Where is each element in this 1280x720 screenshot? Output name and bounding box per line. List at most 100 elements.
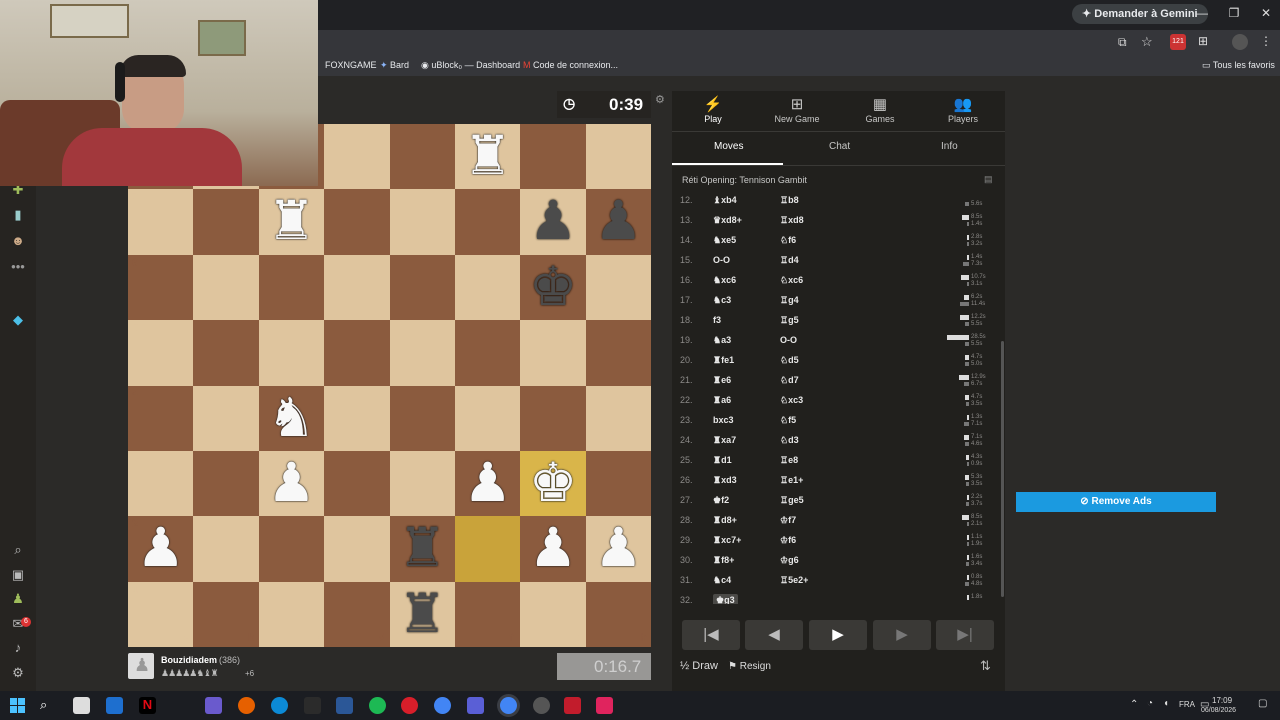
square-e3[interactable] bbox=[389, 451, 455, 517]
white-move[interactable]: ♜e6 bbox=[713, 375, 731, 386]
white-move[interactable]: ♞c4 bbox=[713, 575, 731, 586]
square-e4[interactable] bbox=[389, 385, 455, 451]
white-move[interactable]: ♚g3 bbox=[713, 594, 738, 604]
last-move-button[interactable]: ▶| bbox=[936, 620, 994, 650]
white-pawn-c3[interactable]: ♟ bbox=[259, 451, 324, 516]
square-e5[interactable] bbox=[389, 320, 455, 386]
taskbar-app5-icon[interactable] bbox=[596, 697, 613, 714]
taskbar-vscode-icon[interactable] bbox=[304, 697, 321, 714]
move-list-scrollbar[interactable] bbox=[1001, 341, 1004, 597]
black-move[interactable]: ♖g4 bbox=[780, 295, 799, 306]
black-move[interactable]: ♖e1+ bbox=[780, 475, 803, 486]
taskbar-mail-icon[interactable] bbox=[106, 697, 123, 714]
taskbar-app3-icon[interactable] bbox=[533, 697, 550, 714]
player-name[interactable]: Bouzidiadem bbox=[161, 655, 217, 665]
taskbar-firefox-icon[interactable] bbox=[238, 697, 255, 714]
black-move[interactable]: ♘xc3 bbox=[780, 395, 803, 406]
play-moves-button[interactable]: ▶ bbox=[809, 620, 867, 650]
black-rook-e2[interactable]: ♜ bbox=[390, 516, 455, 581]
taskbar-app4-icon[interactable] bbox=[564, 697, 581, 714]
taskbar-word-icon[interactable] bbox=[336, 697, 353, 714]
square-f6[interactable] bbox=[455, 254, 521, 321]
more-icon[interactable]: ••• bbox=[9, 259, 27, 277]
taskbar-netflix-icon[interactable]: N bbox=[139, 697, 156, 714]
square-g8[interactable] bbox=[520, 124, 586, 190]
square-b3[interactable] bbox=[193, 451, 259, 517]
square-e8[interactable] bbox=[389, 124, 455, 190]
black-move[interactable]: ♔f6 bbox=[780, 535, 796, 546]
tray-chevron-icon[interactable]: ⌃ bbox=[1130, 699, 1138, 710]
gemini-button[interactable]: ✦ Demander à Gemini bbox=[1072, 4, 1208, 24]
flip-board-icon[interactable]: ⇅ bbox=[980, 658, 991, 674]
subtab-info[interactable]: Info bbox=[941, 141, 958, 152]
white-move[interactable]: ♜a6 bbox=[713, 395, 731, 406]
square-e7[interactable] bbox=[389, 189, 455, 255]
tab-games[interactable]: ▦ Games bbox=[840, 95, 920, 124]
extensions-icon[interactable]: ⊞ bbox=[1198, 34, 1208, 48]
board-settings-icon[interactable]: ⚙ bbox=[655, 93, 665, 106]
white-knight-c4[interactable]: ♞ bbox=[259, 386, 324, 451]
diamond-icon[interactable]: ◆ bbox=[9, 312, 27, 330]
black-pawn-g7[interactable]: ♟ bbox=[520, 189, 585, 254]
white-move[interactable]: ♜d1 bbox=[713, 455, 732, 466]
square-d7[interactable] bbox=[324, 189, 390, 255]
settings-icon[interactable]: ⚙ bbox=[9, 665, 27, 683]
clock-time[interactable]: 17:09 bbox=[1212, 696, 1232, 705]
white-move[interactable]: ♝xb4 bbox=[713, 195, 737, 206]
square-h4[interactable] bbox=[585, 385, 652, 451]
taskbar-search-icon[interactable]: ⌕ bbox=[40, 697, 57, 714]
white-move[interactable]: ♞c3 bbox=[713, 295, 731, 306]
opening-book-icon[interactable]: ▤ bbox=[984, 174, 993, 185]
taskbar-opera-icon[interactable] bbox=[401, 697, 418, 714]
black-move[interactable]: ♘d5 bbox=[780, 355, 799, 366]
white-pawn-g2[interactable]: ♟ bbox=[520, 516, 585, 581]
black-move[interactable]: ♖b8 bbox=[780, 195, 799, 206]
square-b5[interactable] bbox=[193, 320, 259, 386]
taskbar-app-icon[interactable] bbox=[205, 697, 222, 714]
square-f7[interactable] bbox=[455, 189, 521, 255]
black-move[interactable]: ♖e8 bbox=[780, 455, 798, 466]
taskbar-chrome-icon[interactable] bbox=[434, 697, 451, 714]
remove-ads-button[interactable]: ⊘ Remove Ads bbox=[1016, 492, 1216, 512]
square-g5[interactable] bbox=[520, 320, 586, 386]
notification-center-icon[interactable]: ▢ bbox=[1258, 698, 1267, 709]
black-move[interactable]: ♖5e2+ bbox=[780, 575, 808, 586]
cast-icon[interactable]: ⧉ bbox=[1118, 35, 1127, 50]
square-d2[interactable] bbox=[324, 516, 390, 582]
tray-network-icon[interactable]: ◔ bbox=[1147, 698, 1153, 709]
white-pawn-f3[interactable]: ♟ bbox=[455, 451, 520, 516]
tab-play[interactable]: ⚡ Play bbox=[673, 95, 753, 124]
taskbar-edge-icon[interactable] bbox=[271, 697, 288, 714]
square-h3[interactable] bbox=[585, 451, 652, 517]
square-f2[interactable] bbox=[455, 516, 521, 582]
bookmark-code[interactable]: M Code de connexion... bbox=[523, 60, 618, 70]
resign-button[interactable]: ⚑ Resign bbox=[728, 661, 771, 672]
black-king-g6[interactable]: ♚ bbox=[520, 255, 585, 320]
square-h6[interactable] bbox=[585, 254, 652, 321]
black-move[interactable]: ♖d4 bbox=[780, 255, 799, 266]
language-indicator[interactable]: FRA bbox=[1179, 700, 1195, 709]
black-move[interactable]: ♘f5 bbox=[780, 415, 796, 426]
menu-icon[interactable]: ⋮ bbox=[1260, 34, 1272, 48]
black-move[interactable]: ♔g6 bbox=[780, 555, 799, 566]
windows-start-icon[interactable] bbox=[10, 698, 26, 714]
black-move[interactable]: ♖ge5 bbox=[780, 495, 804, 506]
square-c2[interactable] bbox=[258, 516, 325, 582]
black-move[interactable]: ♖g5 bbox=[780, 315, 799, 326]
taskbar-spotify-icon[interactable] bbox=[369, 697, 386, 714]
draw-button[interactable]: ½ Draw bbox=[680, 660, 718, 672]
square-d4[interactable] bbox=[324, 385, 390, 451]
white-move[interactable]: ♜d8+ bbox=[713, 515, 737, 526]
taskbar-store-icon[interactable] bbox=[73, 697, 90, 714]
bookmark-foxngame[interactable]: FOXNGAME bbox=[325, 60, 377, 70]
square-d3[interactable] bbox=[324, 451, 390, 517]
friends-icon[interactable]: ♟ bbox=[9, 591, 27, 609]
white-king-g3[interactable]: ♚ bbox=[520, 451, 585, 516]
white-rook-f8[interactable]: ♜ bbox=[455, 124, 520, 189]
white-move[interactable]: ♚f2 bbox=[713, 495, 729, 506]
opening-name[interactable]: Réti Opening: Tennison Gambit bbox=[682, 175, 807, 185]
square-f5[interactable] bbox=[455, 320, 521, 386]
previous-move-button[interactable]: ◀ bbox=[745, 620, 803, 650]
address-bar[interactable]: ⧉ ☆ 121 ⊞ ⋮ bbox=[318, 30, 1280, 56]
square-c5[interactable] bbox=[258, 320, 325, 386]
